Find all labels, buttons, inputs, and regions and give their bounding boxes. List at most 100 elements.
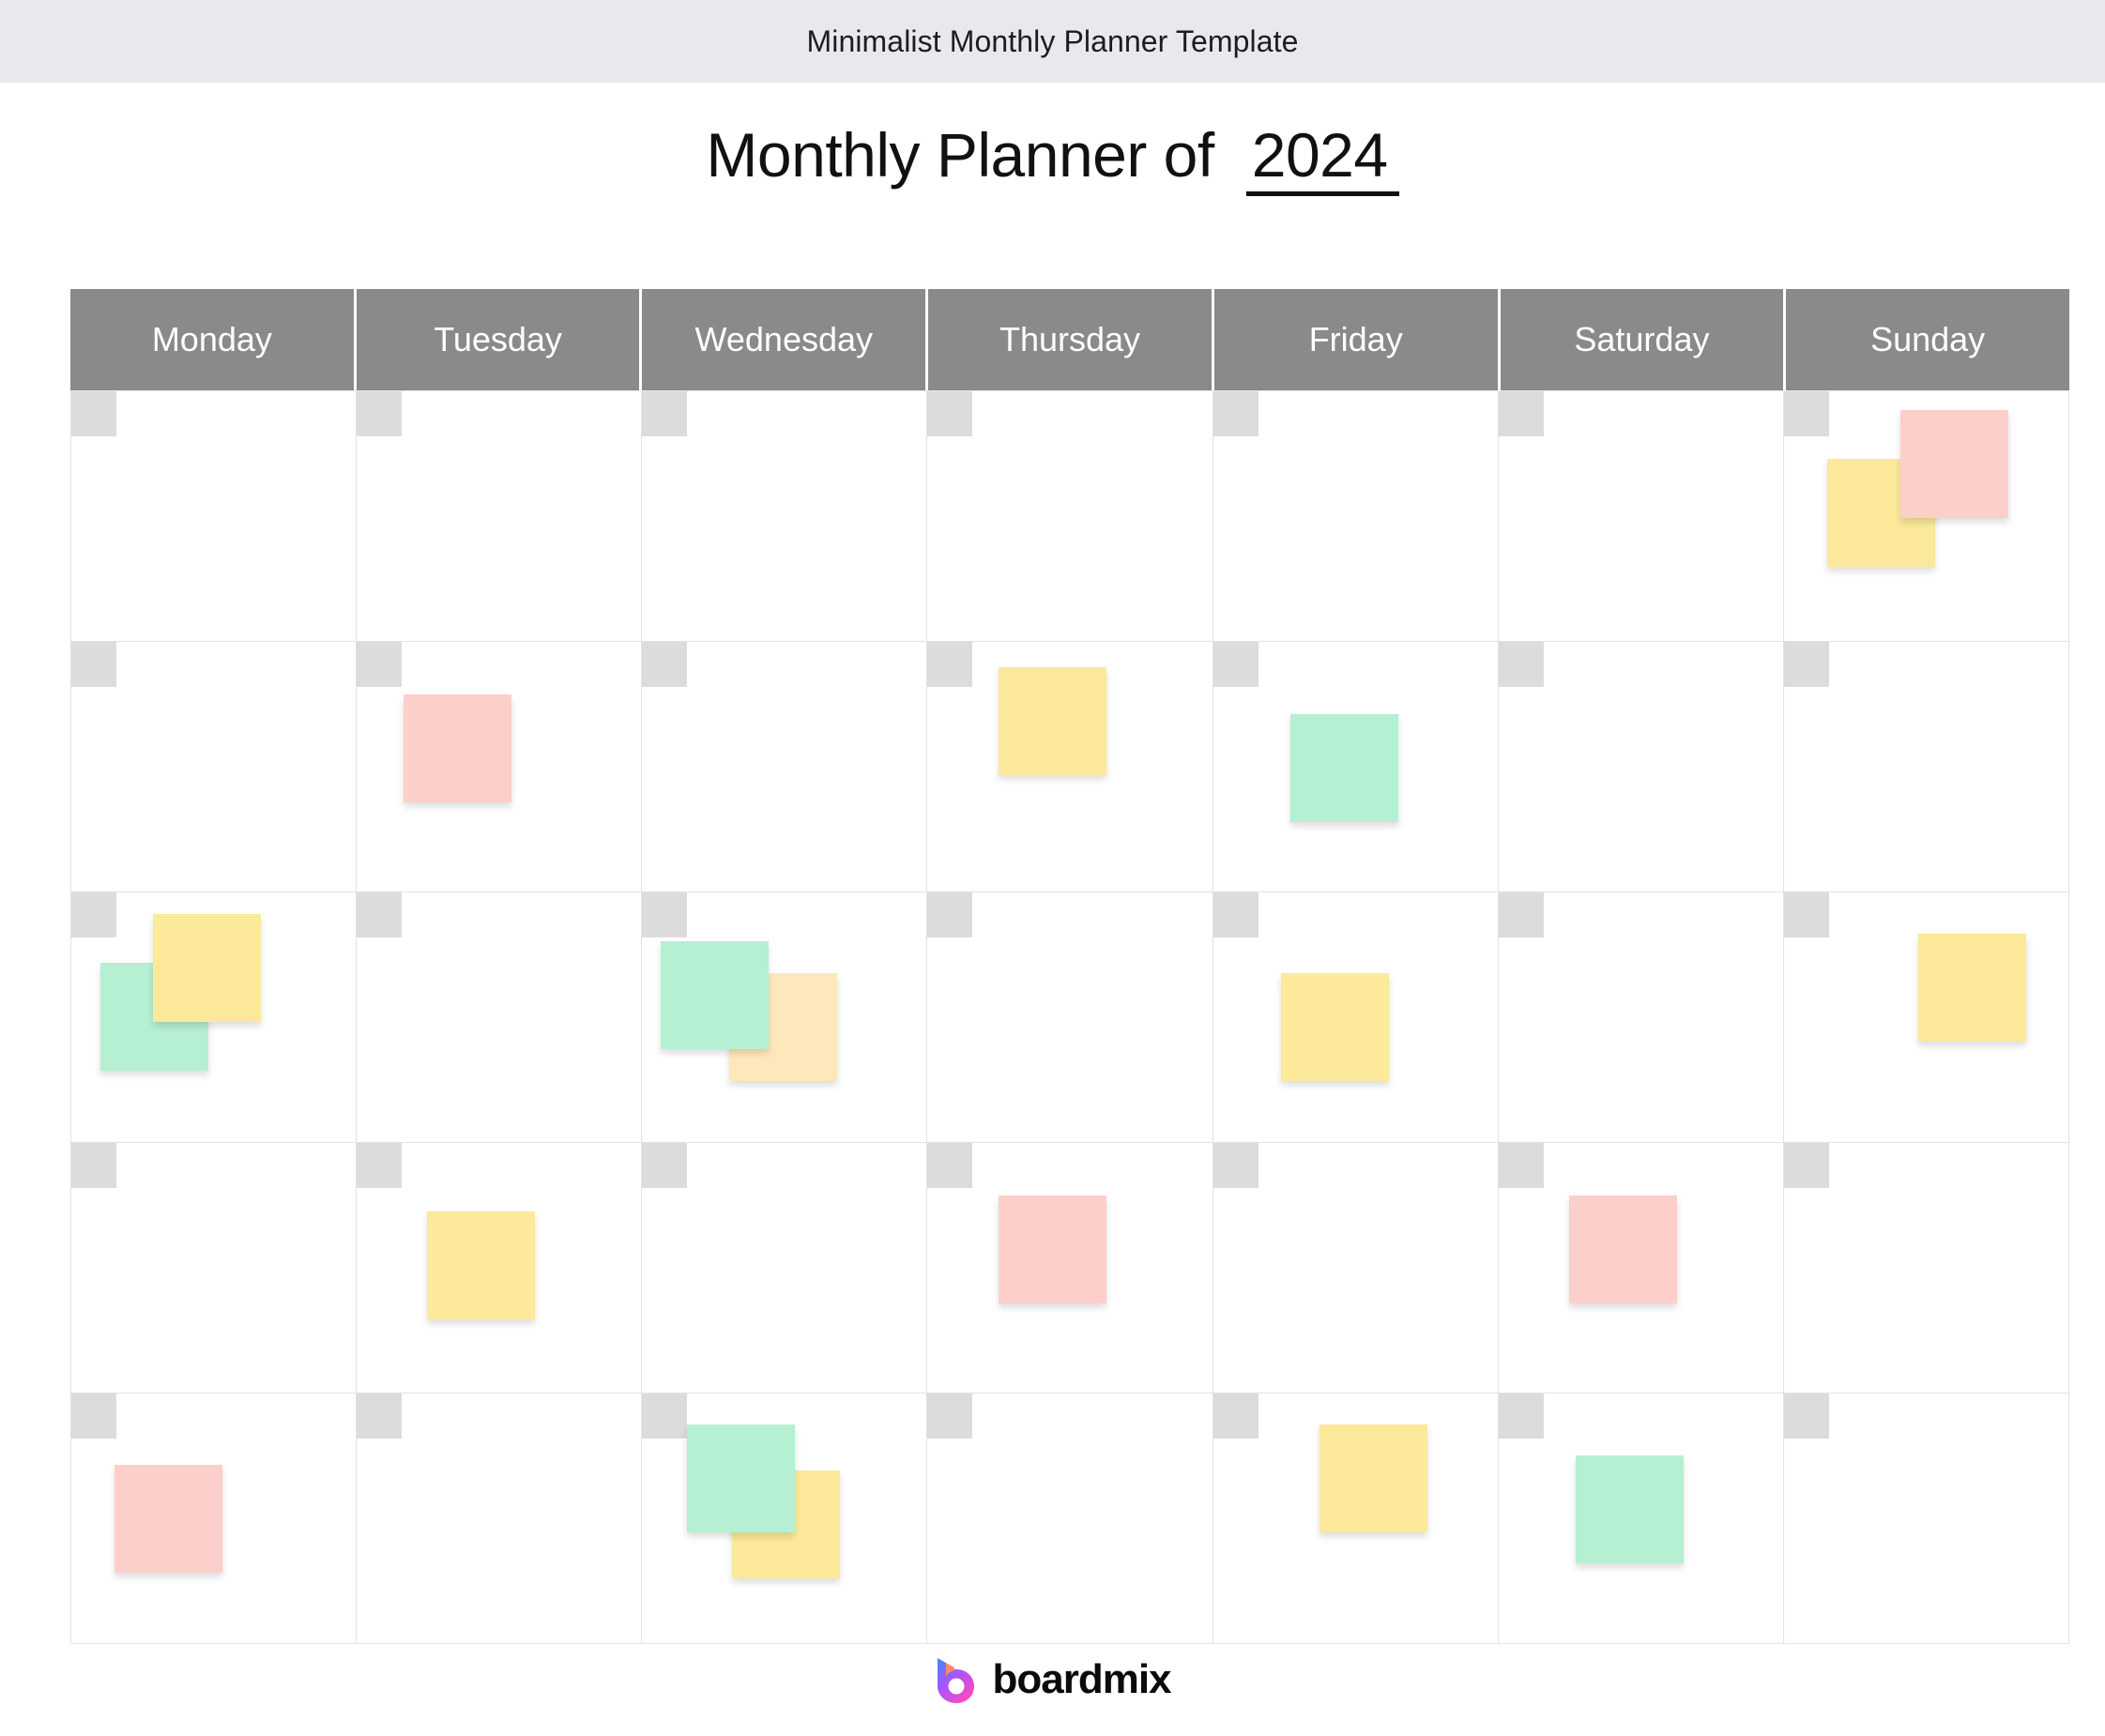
sticky-note-pink[interactable] (1899, 410, 2008, 518)
date-placeholder[interactable] (642, 1393, 688, 1439)
date-placeholder[interactable] (927, 642, 973, 687)
calendar-cell[interactable] (357, 892, 643, 1143)
calendar-cell[interactable] (642, 1393, 928, 1644)
weekday-header-friday: Friday (1213, 289, 1498, 390)
date-placeholder[interactable] (1783, 1143, 1829, 1188)
calendar-cell[interactable] (1498, 642, 1784, 892)
date-placeholder[interactable] (1213, 1393, 1258, 1439)
date-placeholder[interactable] (71, 1143, 116, 1188)
calendar-cell[interactable] (927, 892, 1213, 1143)
sticky-note-yellow[interactable] (1319, 1424, 1427, 1532)
date-placeholder[interactable] (1213, 892, 1258, 937)
weekday-header-row: Monday Tuesday Wednesday Thursday Friday Satu… (70, 289, 2069, 390)
date-placeholder[interactable] (1498, 391, 1544, 436)
calendar-cell[interactable] (927, 1143, 1213, 1393)
date-placeholder[interactable] (642, 391, 688, 436)
page-title-prefix: Monthly Planner of (706, 120, 1214, 190)
sticky-note-green[interactable] (687, 1424, 796, 1532)
sticky-note-yellow[interactable] (1280, 973, 1389, 1081)
calendar-cell[interactable] (642, 1143, 928, 1393)
date-placeholder[interactable] (1498, 642, 1544, 687)
calendar-cell[interactable] (1213, 391, 1499, 642)
page-title: Monthly Planner of 2024 (706, 119, 1399, 196)
sticky-note-green[interactable] (661, 941, 770, 1049)
calendar-cell[interactable] (927, 1393, 1213, 1644)
calendar-cell[interactable] (71, 892, 358, 1143)
sticky-note-yellow[interactable] (153, 914, 261, 1022)
weekday-header-saturday: Saturday (1500, 289, 1784, 390)
calendar-cell[interactable] (71, 1143, 358, 1393)
sticky-note-pink[interactable] (1568, 1195, 1677, 1303)
calendar-cell[interactable] (1783, 892, 2069, 1143)
sticky-note-pink[interactable] (114, 1465, 222, 1573)
date-placeholder[interactable] (71, 391, 116, 436)
date-placeholder[interactable] (1783, 892, 1829, 937)
sticky-note-yellow[interactable] (999, 667, 1107, 775)
calendar-cell[interactable] (71, 391, 358, 642)
calendar-cell[interactable] (642, 892, 928, 1143)
date-placeholder[interactable] (1783, 642, 1829, 687)
calendar-cell[interactable] (642, 391, 928, 642)
weekday-header-thursday: Thursday (928, 289, 1212, 390)
calendar-cell[interactable] (927, 642, 1213, 892)
calendar-cell[interactable] (1213, 642, 1499, 892)
calendar-cell[interactable] (357, 642, 643, 892)
date-placeholder[interactable] (357, 892, 403, 937)
date-placeholder[interactable] (1783, 1393, 1829, 1439)
sticky-note-yellow[interactable] (1917, 934, 2026, 1042)
weekday-header-sunday: Sunday (1786, 289, 2069, 390)
calendar-cell[interactable] (71, 1393, 358, 1644)
sticky-note-pink[interactable] (404, 694, 512, 802)
calendar-cell[interactable] (1213, 892, 1499, 1143)
sticky-note-green[interactable] (1575, 1455, 1684, 1563)
sticky-note-yellow[interactable] (427, 1211, 536, 1319)
date-placeholder[interactable] (1213, 1143, 1258, 1188)
calendar-cell[interactable] (1498, 1393, 1784, 1644)
date-placeholder[interactable] (71, 1393, 116, 1439)
calendar-grid (70, 390, 2069, 1644)
calendar-cell[interactable] (927, 391, 1213, 642)
calendar-cell[interactable] (357, 391, 643, 642)
date-placeholder[interactable] (642, 892, 688, 937)
calendar-cell[interactable] (1783, 1143, 2069, 1393)
date-placeholder[interactable] (357, 1393, 403, 1439)
sticky-note-green[interactable] (1289, 714, 1398, 822)
calendar-cell[interactable] (1783, 1393, 2069, 1644)
calendar-cell[interactable] (1213, 1143, 1499, 1393)
date-placeholder[interactable] (642, 1143, 688, 1188)
date-placeholder[interactable] (357, 391, 403, 436)
boardmix-wordmark: boardmix (992, 1656, 1171, 1702)
calendar-cell[interactable] (1498, 391, 1784, 642)
date-placeholder[interactable] (1498, 1143, 1544, 1188)
weekday-header-monday: Monday (70, 289, 354, 390)
date-placeholder[interactable] (927, 391, 973, 436)
date-placeholder[interactable] (927, 1143, 973, 1188)
date-placeholder[interactable] (357, 1143, 403, 1188)
date-placeholder[interactable] (1213, 642, 1258, 687)
sticky-note-pink[interactable] (999, 1195, 1107, 1303)
date-placeholder[interactable] (927, 1393, 973, 1439)
year-field[interactable]: 2024 (1245, 124, 1399, 196)
calendar-cell[interactable] (1498, 1143, 1784, 1393)
date-placeholder[interactable] (642, 642, 688, 687)
calendar-cell[interactable] (642, 642, 928, 892)
date-placeholder[interactable] (1213, 391, 1258, 436)
calendar-cell[interactable] (357, 1143, 643, 1393)
date-placeholder[interactable] (1498, 1393, 1544, 1439)
calendar-cell[interactable] (1783, 391, 2069, 642)
calendar: Monday Tuesday Wednesday Thursday Friday Satu… (70, 289, 2069, 1644)
date-placeholder[interactable] (1498, 892, 1544, 937)
calendar-cell[interactable] (1498, 892, 1784, 1143)
weekday-header-tuesday: Tuesday (356, 289, 640, 390)
calendar-cell[interactable] (357, 1393, 643, 1644)
document-title-area: Monthly Planner of 2024 (0, 83, 2105, 205)
date-placeholder[interactable] (357, 642, 403, 687)
date-placeholder[interactable] (71, 642, 116, 687)
calendar-cell[interactable] (1783, 642, 2069, 892)
date-placeholder[interactable] (1783, 391, 1829, 436)
date-placeholder[interactable] (71, 892, 116, 937)
calendar-cell[interactable] (1213, 1393, 1499, 1644)
calendar-cell[interactable] (71, 642, 358, 892)
date-placeholder[interactable] (927, 892, 973, 937)
footer: boardmix (0, 1656, 2105, 1703)
